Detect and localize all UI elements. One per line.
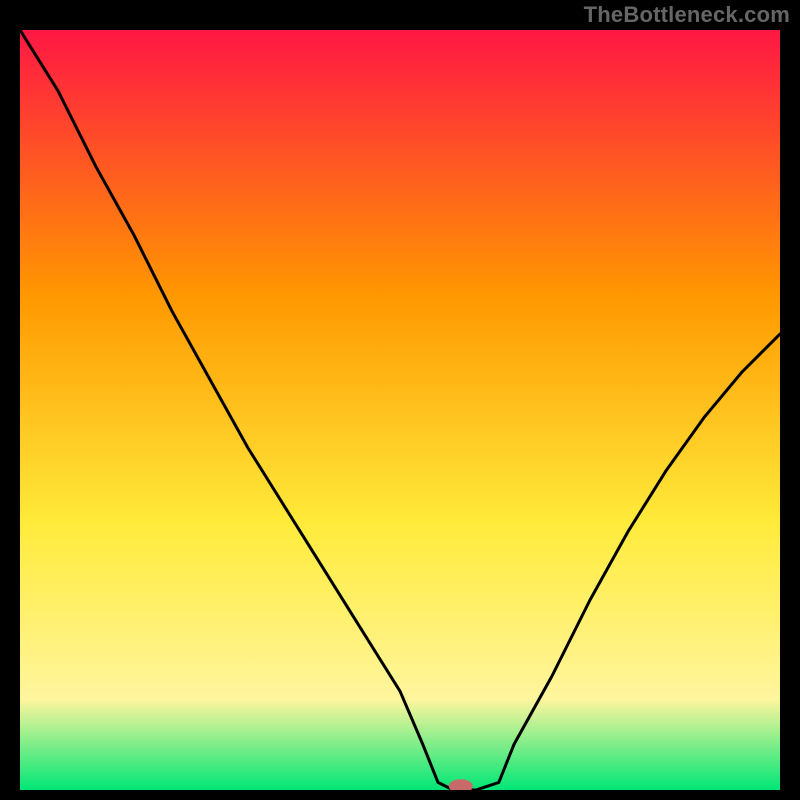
watermark-text: TheBottleneck.com	[584, 2, 790, 28]
chart-frame: TheBottleneck.com	[0, 0, 800, 800]
gradient-background	[20, 30, 780, 790]
chart-svg	[20, 30, 780, 790]
plot-area	[20, 30, 780, 790]
